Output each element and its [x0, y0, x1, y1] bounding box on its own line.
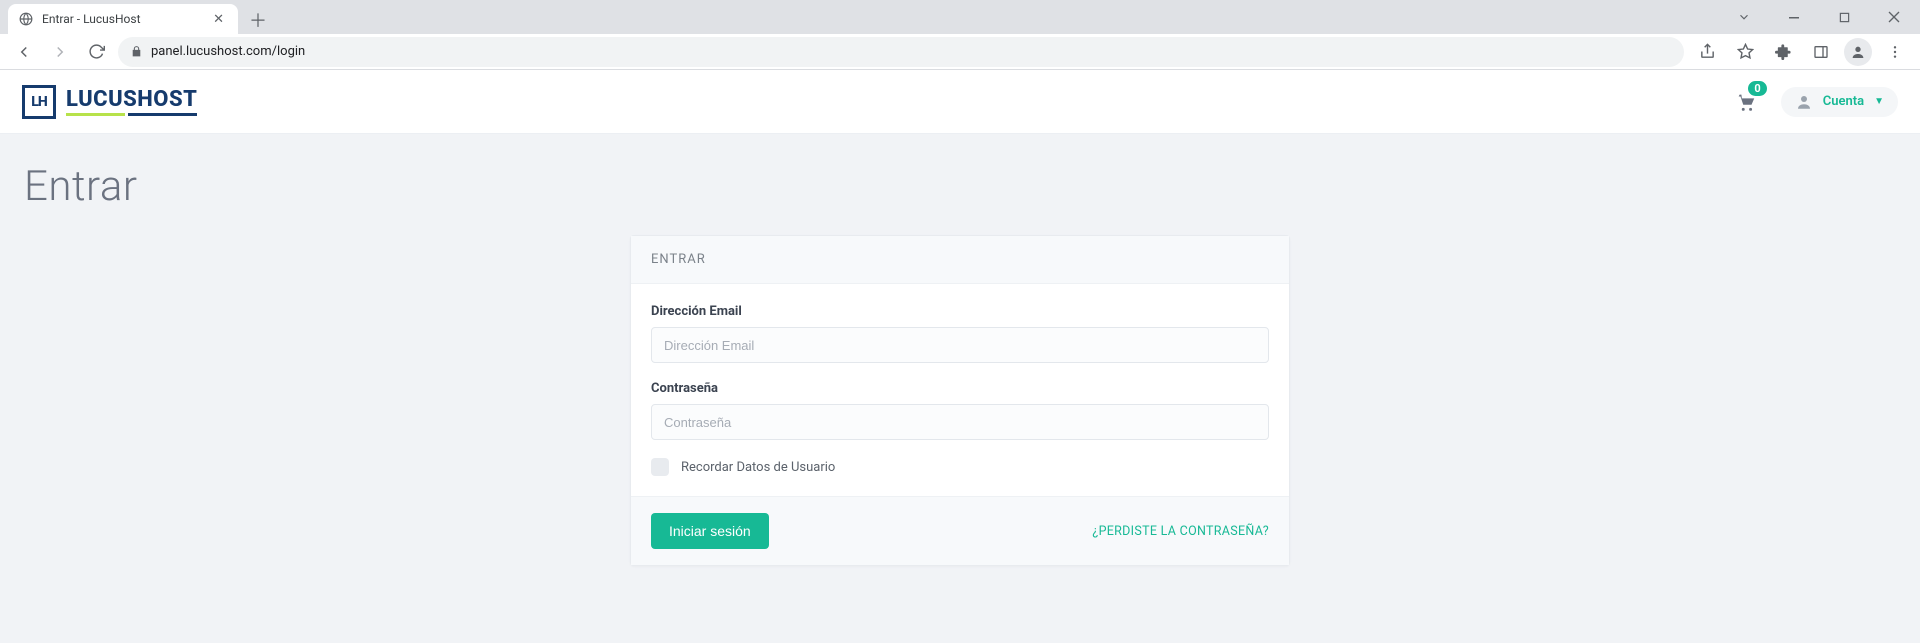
header-right: 0 Cuenta ▼ — [1735, 87, 1898, 117]
account-menu[interactable]: Cuenta ▼ — [1781, 87, 1898, 117]
login-form: Dirección Email Contraseña Recordar Dato… — [631, 284, 1289, 496]
omnibox[interactable]: panel.lucushost.com/login — [118, 37, 1684, 67]
window-minimize-button[interactable] — [1772, 2, 1816, 32]
user-icon — [1795, 93, 1813, 111]
window-close-button[interactable] — [1872, 2, 1916, 32]
account-label: Cuenta — [1823, 94, 1864, 109]
remember-checkbox[interactable] — [651, 458, 669, 476]
tab-title: Entrar - LucusHost — [42, 12, 141, 26]
browser-tab[interactable]: Entrar - LucusHost ✕ — [8, 4, 238, 34]
star-icon[interactable] — [1730, 37, 1760, 67]
lock-icon — [130, 45, 143, 58]
login-card: ENTRAR Dirección Email Contraseña Record… — [630, 235, 1290, 566]
logo[interactable]: LH LUCUSHOST — [22, 85, 197, 119]
site-header: LH LUCUSHOST 0 Cuenta ▼ — [0, 70, 1920, 134]
kebab-menu-icon[interactable] — [1880, 37, 1910, 67]
profile-avatar[interactable] — [1844, 38, 1872, 66]
chevron-down-icon[interactable] — [1722, 2, 1766, 32]
submit-button[interactable]: Iniciar sesión — [651, 513, 769, 549]
page-title: Entrar — [24, 162, 1896, 211]
logo-word: LUCUSHOST — [66, 87, 197, 116]
logo-mark: LH — [22, 85, 56, 119]
window-controls — [1722, 0, 1916, 34]
password-label: Contraseña — [651, 381, 1269, 396]
back-button[interactable] — [10, 38, 38, 66]
url-text: panel.lucushost.com/login — [151, 44, 305, 59]
login-card-footer: Iniciar sesión ¿PERDISTE LA CONTRASEÑA? — [631, 496, 1289, 565]
email-label: Dirección Email — [651, 304, 1269, 319]
cart-button[interactable]: 0 — [1735, 91, 1757, 113]
remember-label: Recordar Datos de Usuario — [681, 460, 835, 475]
toolbar-right — [1692, 37, 1910, 67]
tab-strip: Entrar - LucusHost ✕ ＋ — [0, 0, 1920, 34]
password-field[interactable] — [651, 404, 1269, 440]
page-body: Entrar ENTRAR Dirección Email Contraseña… — [0, 134, 1920, 643]
window-maximize-button[interactable] — [1822, 2, 1866, 32]
forward-button[interactable] — [46, 38, 74, 66]
address-bar: panel.lucushost.com/login — [0, 34, 1920, 70]
side-panel-icon[interactable] — [1806, 37, 1836, 67]
email-field[interactable] — [651, 327, 1269, 363]
browser-chrome: Entrar - LucusHost ✕ ＋ — [0, 0, 1920, 70]
reload-button[interactable] — [82, 38, 110, 66]
login-card-title: ENTRAR — [631, 236, 1289, 284]
globe-icon — [18, 11, 34, 27]
cart-badge: 0 — [1748, 81, 1766, 96]
forgot-password-link[interactable]: ¿PERDISTE LA CONTRASEÑA? — [1092, 524, 1269, 539]
extensions-icon[interactable] — [1768, 37, 1798, 67]
close-tab-icon[interactable]: ✕ — [209, 10, 228, 29]
caret-down-icon: ▼ — [1874, 96, 1884, 107]
share-icon[interactable] — [1692, 37, 1722, 67]
new-tab-button[interactable]: ＋ — [244, 6, 272, 34]
